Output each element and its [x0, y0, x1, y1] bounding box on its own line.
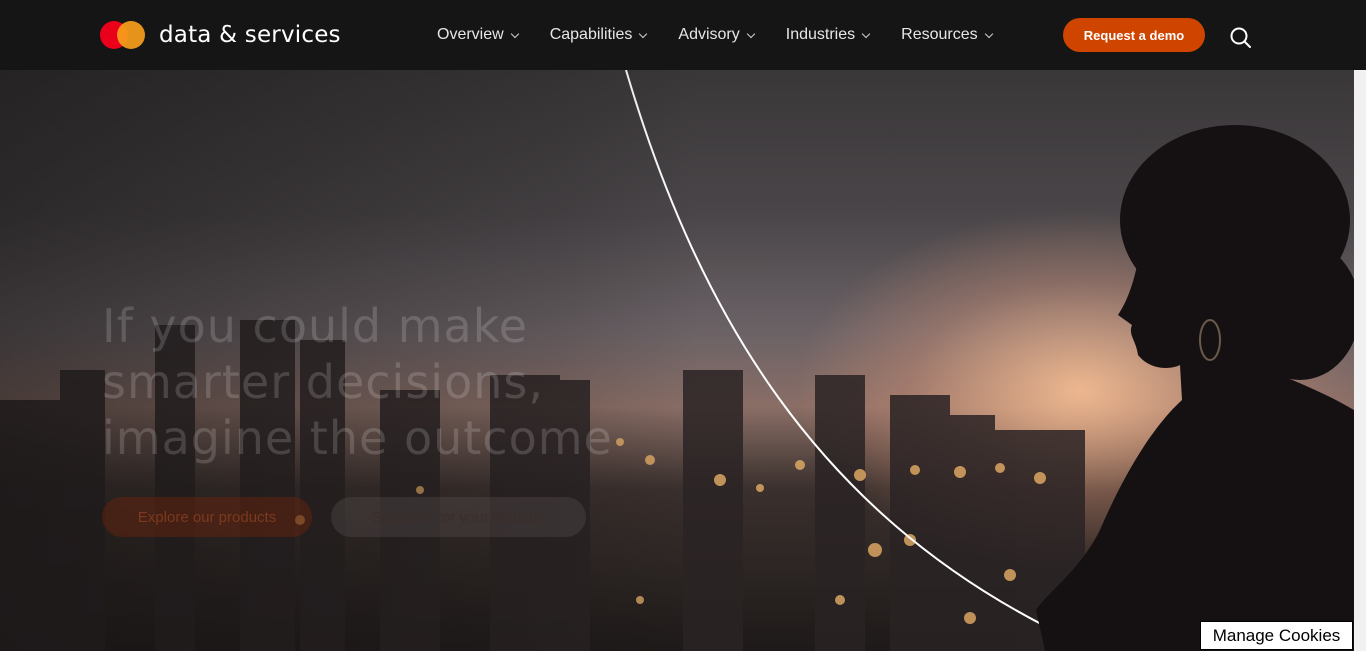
chevron-down-icon	[861, 29, 871, 38]
chevron-down-icon	[984, 29, 993, 38]
main-menu: Overview Capabilities Advisory Industrie…	[437, 0, 1024, 70]
brand-logo-link[interactable]: data & services	[100, 0, 341, 70]
nav-item-label: Industries	[785, 26, 856, 43]
hero-headline: If you could make smarter decisions, ima…	[102, 298, 662, 466]
manage-cookies-button[interactable]: Manage Cookies	[1200, 621, 1353, 650]
headline-line-2: smarter decisions,	[102, 355, 544, 409]
brand-name: data & services	[159, 22, 341, 48]
nav-item-label: Resources	[901, 26, 978, 43]
search-icon	[1230, 27, 1251, 48]
headline-line-3: imagine the outcome	[102, 411, 613, 465]
industry-solutions-button[interactable]: Solutions for your industry	[331, 497, 586, 537]
chevron-down-icon	[510, 29, 519, 38]
headline-line-1: If you could make	[102, 299, 529, 353]
explore-products-button[interactable]: Explore our products	[102, 497, 312, 537]
top-navigation-bar: data & services Overview Capabilities Ad…	[0, 0, 1366, 70]
nav-item-label: Overview	[437, 26, 504, 43]
nav-item-industries[interactable]: Industries	[785, 26, 871, 44]
nav-item-label: Capabilities	[549, 26, 633, 43]
nav-item-capabilities[interactable]: Capabilities	[549, 26, 648, 44]
mastercard-logo-icon	[100, 21, 146, 49]
request-demo-button[interactable]: Request a demo	[1063, 18, 1205, 52]
nav-item-label: Advisory	[678, 26, 740, 43]
nav-item-advisory[interactable]: Advisory	[678, 26, 756, 44]
search-button[interactable]	[1229, 26, 1253, 50]
chevron-down-icon	[639, 29, 648, 38]
nav-item-overview[interactable]: Overview	[437, 26, 519, 44]
chevron-down-icon	[746, 29, 756, 38]
nav-item-resources[interactable]: Resources	[901, 26, 993, 44]
page-scrollbar[interactable]	[1354, 70, 1366, 651]
